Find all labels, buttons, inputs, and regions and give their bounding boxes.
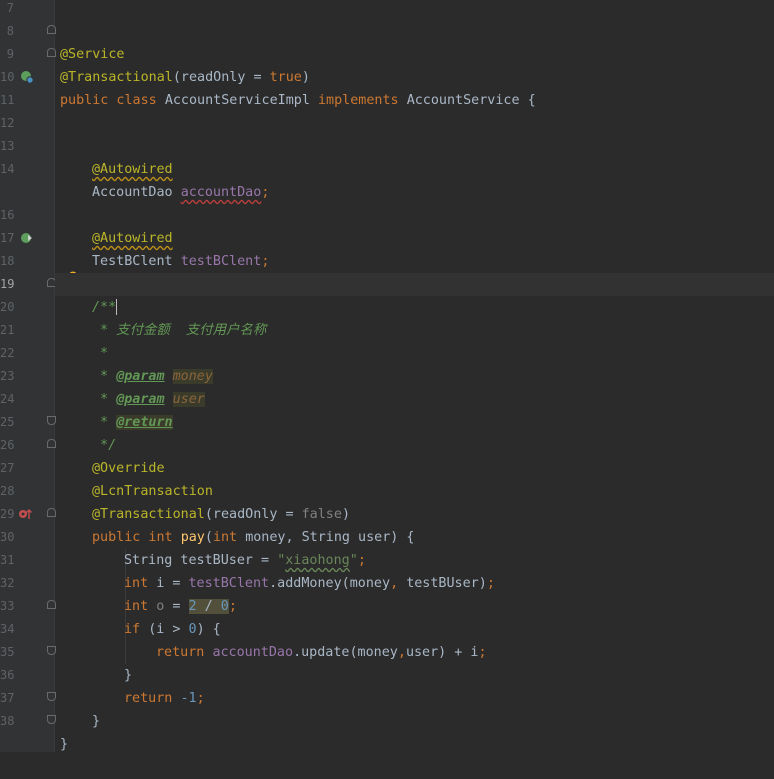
line-number: 34 [0, 622, 15, 636]
line-number: 36 [0, 668, 15, 682]
line-number: 29 [0, 507, 15, 521]
keyword: implements [318, 93, 407, 108]
field-name: testBClent [180, 254, 262, 269]
line-number: 11 [0, 93, 15, 107]
line-number: 9 [6, 47, 14, 61]
code-line: * @param user [55, 365, 774, 407]
line-number: 28 [0, 484, 15, 498]
code-line: @Service [55, 20, 774, 62]
line-number: 31 [0, 553, 15, 567]
line-number: 27 [0, 461, 15, 475]
line-number: 14 [0, 162, 15, 176]
code-editor[interactable]: @Service @Transactional(readOnly = true)… [55, 0, 774, 752]
current-line: /** [55, 273, 774, 315]
spring-bean-icon[interactable] [20, 70, 34, 84]
line-number: 30 [0, 530, 15, 544]
line-number: 21 [0, 323, 15, 337]
line-number: 32 [0, 576, 15, 590]
line-number: 8 [6, 24, 14, 38]
field-name: accountDao [180, 185, 262, 200]
code-line: return -1; [55, 664, 774, 706]
code-line: int o = 2 / 0; [55, 572, 774, 614]
code-line: AccountDao accountDao; [55, 158, 774, 200]
code-text: ; [261, 254, 270, 269]
code-line: @Autowired [55, 135, 774, 177]
code-line: */ [55, 411, 774, 453]
code-line: @LcnTransaction [55, 457, 774, 499]
line-number: 22 [0, 346, 15, 360]
code-line: if (i > 0) { [55, 595, 774, 637]
autowired-navigate-icon[interactable] [20, 231, 34, 245]
line-number: 10 [0, 70, 15, 84]
code-line: public class AccountServiceImpl implemen… [55, 66, 774, 108]
override-method-icon[interactable] [18, 507, 32, 521]
code-text: } [60, 737, 69, 752]
class-name: AccountServiceImpl [164, 93, 318, 108]
type-name: AccountDao [92, 185, 181, 200]
line-number: 13 [0, 139, 15, 153]
code-line: @Transactional(readOnly = false) [55, 480, 774, 522]
line-number: 12 [0, 116, 15, 130]
line-number: 18 [0, 254, 15, 268]
code-line: * [55, 319, 774, 361]
type-name: TestBClent [92, 254, 181, 269]
line-number: 23 [0, 369, 15, 383]
code-line: TestBClent testBClent; [55, 227, 774, 269]
interface-name: AccountService { [406, 93, 536, 108]
keyword: public class [60, 93, 165, 108]
code-line: * 支付金额 支付用户名称 [55, 296, 774, 338]
code-line: @Override [55, 434, 774, 476]
code-line: @Transactional(readOnly = true) [55, 43, 774, 85]
line-number: 17 [0, 231, 15, 245]
line-number: 26 [0, 438, 15, 452]
line-number: 35 [0, 645, 15, 659]
code-line: } [55, 710, 774, 752]
line-number: 20 [0, 300, 15, 314]
line-number: 38 [0, 714, 15, 728]
line-number: 33 [0, 599, 15, 613]
line-number: 19 [0, 277, 15, 291]
line-number: 7 [6, 1, 14, 15]
code-line: @Autowired [55, 204, 774, 246]
code-line: String testBUser = "xiaohong"; [55, 526, 774, 568]
line-number: 37 [0, 691, 15, 705]
code-line: int i = testBClent.addMoney(money, testB… [55, 549, 774, 591]
code-line: * @param money [55, 342, 774, 384]
code-line: } [55, 687, 774, 729]
code-line: * @return [55, 388, 774, 430]
code-line: public int pay(int money, String user) { [55, 503, 774, 545]
code-line: } [55, 641, 774, 683]
code-line: return accountDao.update(money,user) + i… [55, 618, 774, 660]
code-text: ; [261, 185, 270, 200]
line-number: 24 [0, 392, 15, 406]
line-number: 16 [0, 208, 15, 222]
line-number: 25 [0, 415, 15, 429]
